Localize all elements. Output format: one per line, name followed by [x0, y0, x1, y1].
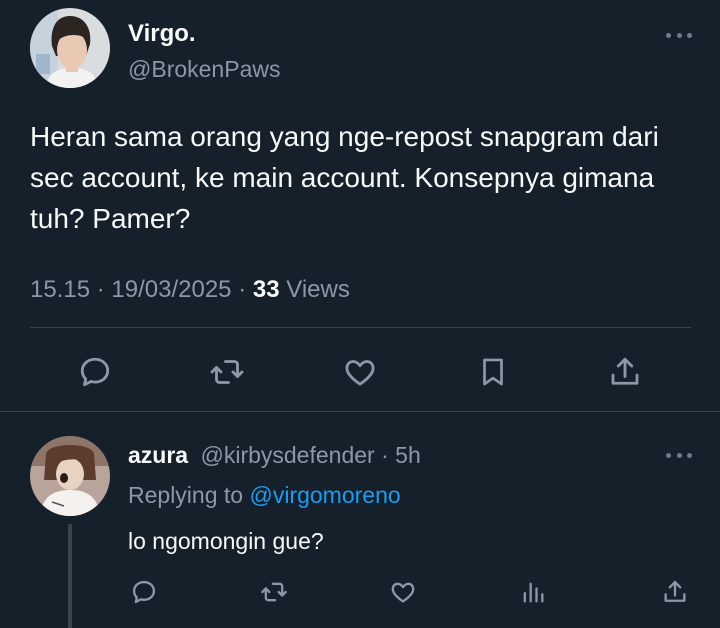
- reply-author-handle[interactable]: @kirbysdefender: [200, 442, 374, 468]
- author-avatar[interactable]: [30, 8, 110, 88]
- thread-line: [68, 524, 72, 628]
- tweet-text: Heran sama orang yang nge-repost snapgra…: [30, 121, 659, 234]
- reply-age[interactable]: 5h: [395, 442, 421, 468]
- tweet-meta: 15.15 · 19/03/2025 · 33 Views: [30, 276, 350, 304]
- share-icon[interactable]: [605, 352, 645, 392]
- author-handle[interactable]: @BrokenPaws: [128, 56, 280, 83]
- views-icon[interactable]: [513, 572, 553, 612]
- reply-icon[interactable]: [75, 352, 115, 392]
- more-options-icon[interactable]: [666, 28, 692, 42]
- meta-separator: ·: [96, 276, 105, 303]
- reply-icon[interactable]: [124, 572, 164, 612]
- replying-to: Replying to @virgomoreno: [128, 482, 401, 509]
- divider: [30, 327, 691, 328]
- views-count[interactable]: 33: [253, 276, 280, 303]
- views-label[interactable]: Views: [286, 276, 350, 303]
- replying-mention[interactable]: @virgomoreno: [249, 482, 400, 508]
- meta-separator: ·: [238, 276, 247, 303]
- like-icon[interactable]: [340, 352, 380, 392]
- replying-label: Replying to: [128, 482, 244, 508]
- reply-author-display-name[interactable]: azura: [128, 442, 188, 468]
- author-display-name[interactable]: Virgo.: [128, 20, 196, 48]
- share-icon[interactable]: [655, 572, 695, 612]
- tweet-time[interactable]: 15.15: [30, 276, 90, 303]
- main-tweet: Virgo. @BrokenPaws Heran sama orang yang…: [0, 0, 720, 412]
- reply-header: azura @kirbysdefender · 5h: [128, 442, 421, 469]
- reply-text: lo ngomongin gue?: [128, 528, 324, 554]
- meta-separator: ·: [381, 442, 389, 468]
- bookmark-icon[interactable]: [473, 352, 513, 392]
- tweet-date[interactable]: 19/03/2025: [111, 276, 231, 303]
- retweet-icon[interactable]: [254, 572, 294, 612]
- reply-tweet: azura @kirbysdefender · 5h Replying to @…: [0, 412, 720, 628]
- retweet-icon[interactable]: [207, 352, 247, 392]
- like-icon[interactable]: [383, 572, 423, 612]
- reply-author-avatar[interactable]: [30, 436, 110, 516]
- more-options-icon[interactable]: [666, 448, 692, 462]
